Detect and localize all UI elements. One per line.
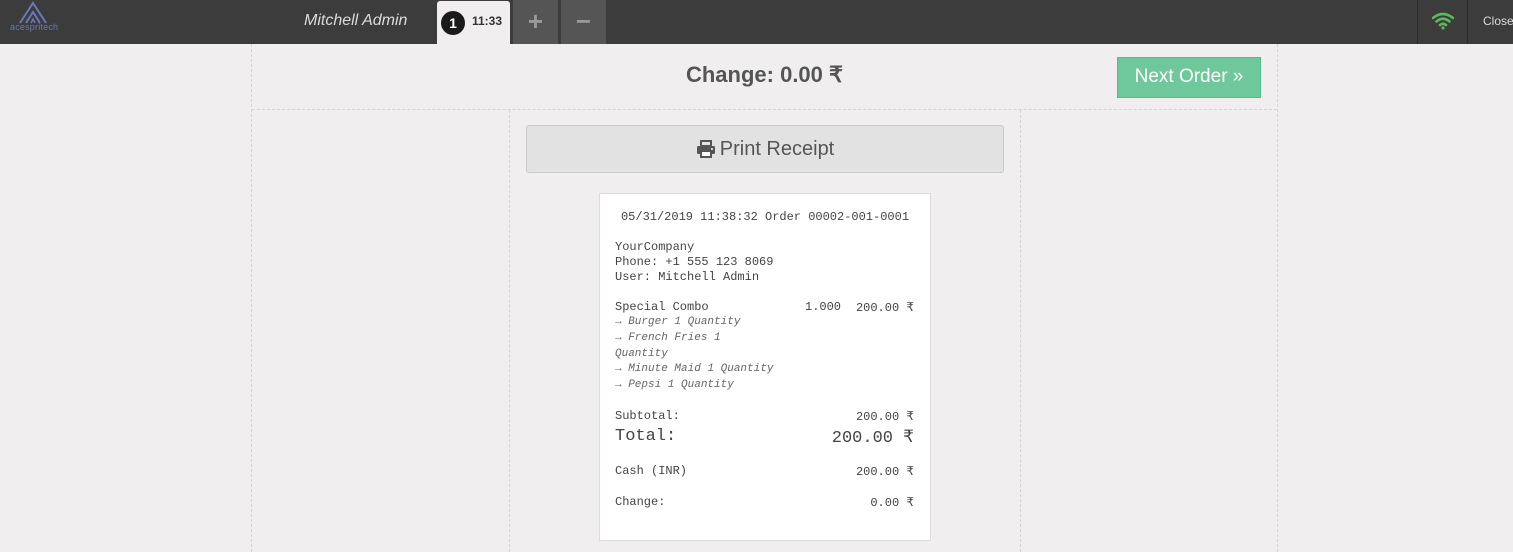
order-time: 11:33 — [472, 14, 503, 28]
line-item-option: Quantity — [615, 348, 668, 360]
payment-value: 200.00 ₹ — [855, 465, 914, 479]
receipt-user: User: Mitchell Admin — [615, 270, 760, 284]
line-item-option: → Burger 1 Quantity — [615, 316, 741, 328]
receipt-phone: Phone: +1 555 123 8069 — [615, 255, 774, 269]
add-order-button[interactable]: + — [513, 0, 558, 44]
order-number-badge: 1 — [441, 11, 465, 35]
connection-status[interactable] — [1417, 0, 1468, 44]
receipt-screen-header: Change: 0.00 ₹ Next Order » — [252, 44, 1277, 110]
top-bar: acespritech Mitchell Admin 1 11:33 + − C… — [0, 0, 1513, 44]
user-name[interactable]: Mitchell Admin — [304, 12, 407, 30]
line-item-option: → Minute Maid 1 Quantity — [615, 363, 774, 375]
line-item-price: 200.00 ₹ — [855, 301, 914, 315]
logo-text: acespritech — [10, 22, 59, 32]
next-order-button[interactable]: Next Order » — [1117, 57, 1261, 98]
total-label: Total: — [615, 427, 677, 446]
receipt-paper: 05/31/2019 11:38:32 Order 00002-001-0001… — [599, 193, 931, 541]
close-button[interactable]: Close — [1483, 14, 1513, 28]
wifi-icon — [1432, 12, 1454, 30]
remove-order-button[interactable]: − — [561, 0, 606, 44]
receipt-header-line: 05/31/2019 11:38:32 Order 00002-001-0001 — [620, 210, 910, 224]
order-tab[interactable]: 1 11:33 — [437, 1, 510, 44]
receipt-screen: Change: 0.00 ₹ Next Order » Print Receip… — [251, 44, 1278, 552]
line-item-qty: 1.000 — [805, 300, 842, 314]
line-item-option: → Pepsi 1 Quantity — [615, 379, 734, 391]
receipt-company: YourCompany — [615, 240, 695, 254]
printer-icon — [696, 140, 715, 158]
print-receipt-label: Print Receipt — [719, 138, 835, 160]
line-item-option: → French Fries 1 — [615, 332, 721, 344]
total-value: 200.00 ₹ — [831, 429, 914, 448]
subtotal-label: Subtotal: — [615, 409, 680, 423]
print-receipt-button[interactable]: Print Receipt — [526, 125, 1004, 173]
change-value: 0.00 ₹ — [870, 496, 914, 510]
subtotal-value: 200.00 ₹ — [855, 410, 914, 424]
receipt-column: Print Receipt 05/31/2019 11:38:32 Order … — [509, 110, 1021, 552]
company-logo: acespritech — [4, 0, 64, 44]
payment-label: Cash (INR) — [615, 464, 688, 478]
line-item-name: Special Combo — [615, 300, 709, 314]
change-label: Change: — [615, 495, 666, 509]
